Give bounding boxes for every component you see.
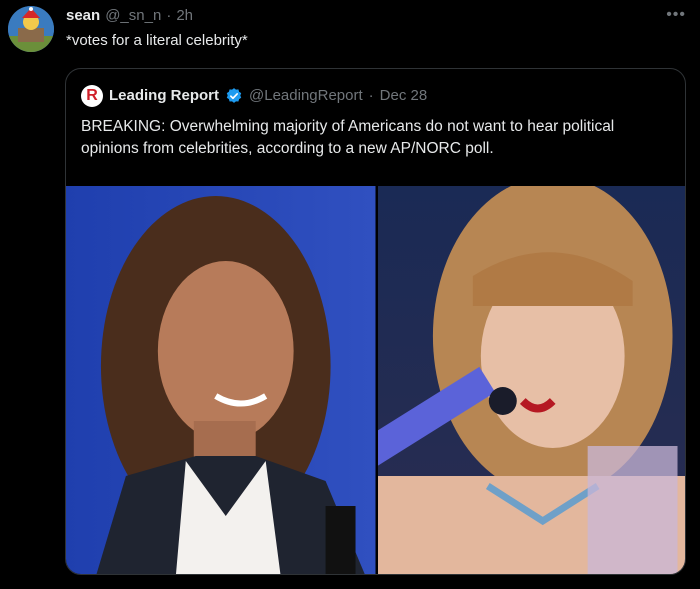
quoted-author-name[interactable]: Leading Report xyxy=(109,86,219,106)
timestamp[interactable]: 2h xyxy=(176,6,193,26)
tweet-header: sean @_sn_n · 2h xyxy=(66,6,193,26)
separator-dot: · xyxy=(166,7,172,24)
quoted-author-handle[interactable]: @LeadingReport xyxy=(249,86,363,106)
logo-letter: R xyxy=(86,87,98,104)
quoted-tweet[interactable]: R Leading Report @LeadingReport · Dec 28… xyxy=(65,68,686,575)
separator-dot: · xyxy=(368,87,374,104)
tweet: sean @_sn_n · 2h ••• *votes for a litera… xyxy=(0,0,700,589)
more-horizontal-icon[interactable]: ••• xyxy=(666,6,686,24)
quoted-avatar[interactable]: R xyxy=(81,85,103,107)
tweet-text: *votes for a literal celebrity* xyxy=(66,32,248,49)
photo-left[interactable] xyxy=(66,186,376,574)
quoted-tweet-header: R Leading Report @LeadingReport · Dec 28 xyxy=(81,85,427,107)
quoted-timestamp[interactable]: Dec 28 xyxy=(380,86,428,106)
author-handle[interactable]: @_sn_n xyxy=(105,6,161,26)
quoted-tweet-text: BREAKING: Overwhelming majority of Ameri… xyxy=(81,118,615,157)
verified-badge-icon xyxy=(226,88,242,103)
media-grid xyxy=(66,186,685,574)
avatar[interactable] xyxy=(8,6,54,52)
photo-right[interactable] xyxy=(377,186,685,574)
author-name[interactable]: sean xyxy=(66,6,100,26)
